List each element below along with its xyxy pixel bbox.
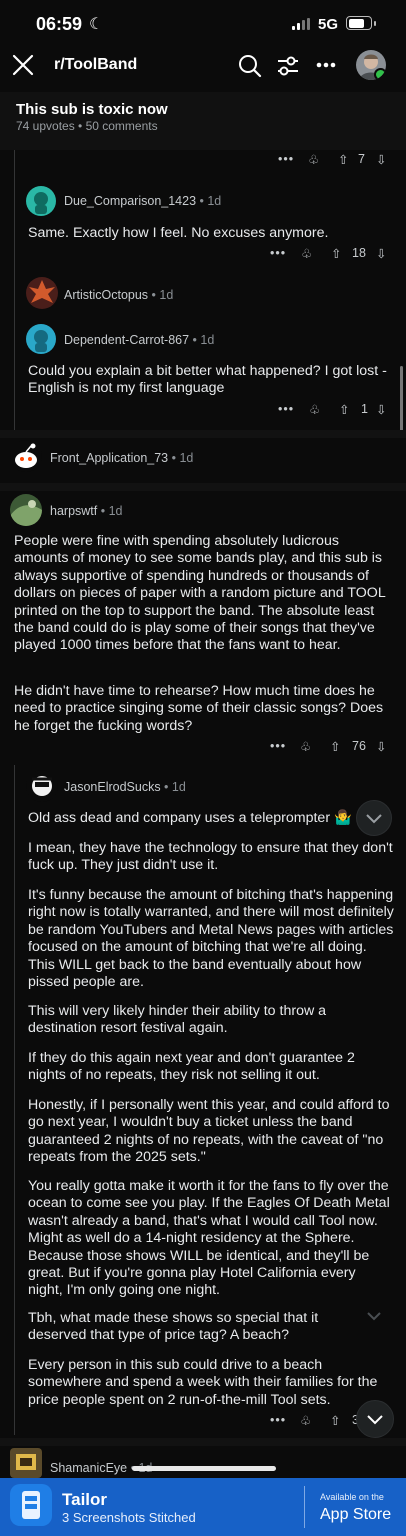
comment-text: Honestly, if I personally went this year… — [28, 1097, 390, 1166]
comment-text: Tbh, what made these shows so special th… — [28, 1310, 319, 1344]
search-icon[interactable] — [238, 54, 262, 78]
post-meta: 74 upvotes • 50 comments — [16, 119, 158, 133]
app-store-caption: Available on the — [320, 1492, 384, 1502]
upvote-icon[interactable]: ⇧ — [331, 246, 341, 261]
vote-count: 1 — [361, 402, 368, 416]
comment-text: If they do this again next year and don'… — [28, 1050, 355, 1084]
avatar[interactable] — [10, 440, 42, 472]
thread-line — [14, 150, 15, 430]
tailor-subtitle: 3 Screenshots Stitched — [62, 1510, 196, 1525]
comment-text: It's funny because the amount of bitchin… — [28, 887, 394, 991]
divider — [0, 483, 406, 491]
more-icon[interactable]: ••• — [270, 739, 286, 753]
next-comment-button[interactable] — [356, 1400, 394, 1438]
sliders-icon[interactable] — [276, 55, 300, 77]
comment-username[interactable]: Due_Comparison_1423 • 1d — [64, 194, 221, 208]
upvote-icon[interactable]: ⇧ — [330, 739, 340, 754]
upvote-icon[interactable]: ⇧ — [330, 1413, 340, 1428]
avatar[interactable] — [26, 186, 56, 216]
downvote-icon[interactable]: ⇩ — [376, 246, 386, 261]
divider — [304, 1486, 305, 1528]
comment-username[interactable]: JasonElrodSucks • 1d — [64, 780, 186, 794]
moon-icon: ☾ — [89, 16, 104, 33]
comment-text: Every person in this sub could drive to … — [28, 1357, 378, 1408]
tailor-title: Tailor — [62, 1490, 108, 1509]
comment-text: I mean, they have the technology to ensu… — [28, 840, 393, 874]
chevron-down-icon — [367, 1415, 383, 1425]
avatar[interactable] — [10, 1448, 42, 1478]
more-icon[interactable]: ••• — [270, 246, 286, 260]
home-indicator[interactable] — [132, 1466, 276, 1471]
downvote-icon[interactable]: ⇩ — [376, 402, 386, 417]
award-icon[interactable]: ♧ — [300, 1413, 311, 1428]
comment-text: He didn't have time to rehearse? How muc… — [14, 683, 384, 734]
comment-actions: ••• ♧ ⇧ 76 ⇩ — [0, 739, 406, 757]
collapse-thread-button[interactable] — [356, 800, 392, 836]
thread-line — [14, 765, 15, 1435]
comment-actions: ••• ♧ ⇧ 3 — [0, 1413, 406, 1431]
comment-username[interactable]: harpswtf • 1d — [50, 504, 122, 518]
subreddit-name[interactable]: r/ToolBand — [54, 56, 137, 74]
downvote-icon[interactable]: ⇩ — [376, 739, 386, 754]
award-icon[interactable]: ♧ — [309, 402, 320, 417]
avatar[interactable] — [26, 277, 58, 309]
chevron-down-icon — [366, 814, 382, 824]
more-icon[interactable]: ••• — [278, 152, 294, 166]
divider — [0, 430, 406, 438]
app-store-label[interactable]: App Store — [320, 1506, 391, 1524]
comment-text: Same. Exactly how I feel. No excuses any… — [28, 225, 329, 241]
comment-username[interactable]: Dependent-Carrot-867 • 1d — [64, 333, 214, 347]
vote-count: 7 — [358, 152, 365, 166]
comment-text: Could you explain a bit better what happ… — [28, 363, 387, 397]
more-icon[interactable] — [316, 62, 336, 68]
downvote-icon[interactable]: ⇩ — [376, 152, 386, 167]
scrollbar[interactable] — [400, 366, 403, 436]
award-icon[interactable]: ♧ — [300, 739, 311, 754]
comment-text: Old ass dead and company uses a teleprom… — [28, 810, 352, 826]
vote-count: 76 — [352, 739, 366, 753]
avatar[interactable] — [10, 494, 42, 526]
award-icon[interactable]: ♧ — [301, 246, 312, 261]
more-icon[interactable]: ••• — [278, 402, 294, 416]
comment-text: You really gotta make it worth it for th… — [28, 1178, 390, 1299]
signal-icon — [292, 18, 312, 30]
avatar[interactable] — [26, 770, 58, 802]
vote-count: 18 — [352, 246, 366, 260]
comment-actions: ••• ♧ ⇧ 7 ⇩ — [0, 152, 406, 170]
post-title: This sub is toxic now — [16, 101, 168, 118]
user-avatar[interactable] — [356, 50, 386, 80]
comment-username[interactable]: Front_Application_73 • 1d — [50, 451, 193, 465]
upvote-icon[interactable]: ⇧ — [338, 152, 348, 167]
avatar[interactable] — [26, 324, 56, 354]
comment-actions: ••• ♧ ⇧ 18 ⇩ — [0, 246, 406, 264]
divider — [0, 1438, 406, 1446]
network-label: 5G — [318, 16, 339, 33]
upvote-icon[interactable]: ⇧ — [339, 402, 349, 417]
more-icon[interactable]: ••• — [270, 1413, 286, 1427]
comment-text: People were fine with spending absolutel… — [14, 533, 386, 654]
status-time: 06:59 — [36, 14, 83, 34]
award-icon[interactable]: ♧ — [308, 152, 319, 167]
comment-text: This will very likely hinder their abili… — [28, 1003, 327, 1037]
tailor-app-icon — [10, 1484, 52, 1526]
chevron-down-icon[interactable] — [362, 1306, 386, 1326]
comment-actions: ••• ♧ ⇧ 1 ⇩ — [0, 402, 406, 420]
close-icon[interactable] — [12, 54, 34, 76]
battery-icon — [346, 16, 376, 30]
comment-username[interactable]: ArtisticOctopus • 1d — [64, 288, 173, 302]
